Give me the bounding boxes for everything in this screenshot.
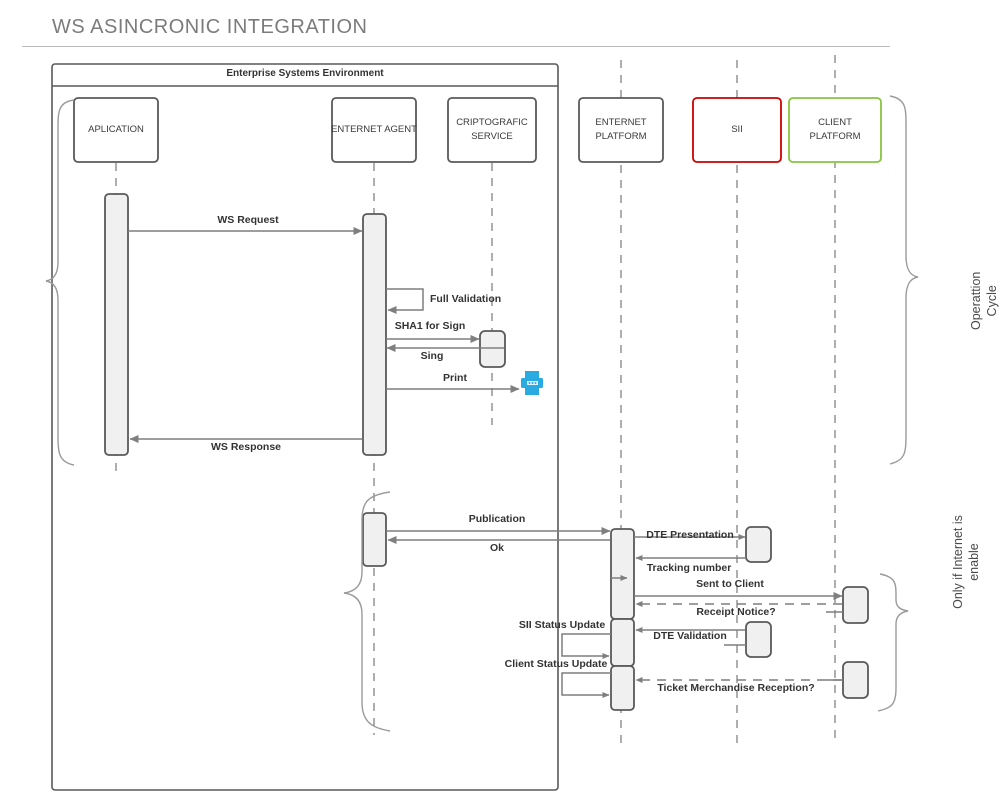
message-label-client-status-update: Client Status Update <box>504 658 608 670</box>
actor-label-aplication: APLICATION <box>88 124 144 135</box>
message-label-dte-presentation: DTE Presentation <box>646 529 734 541</box>
activation-platform-2 <box>610 618 635 667</box>
message-label-ws-request: WS Request <box>217 214 279 226</box>
message-label-ws-response: WS Response <box>210 441 282 453</box>
message-label-sing: Sing <box>420 350 444 362</box>
bracket-operation-cycle <box>889 95 919 465</box>
enterprise-environment-title: Enterprise Systems Environment <box>226 68 384 79</box>
message-label-dte-validation: DTE Validation <box>653 630 727 642</box>
message-label-tracking-number: Tracking number <box>646 562 732 574</box>
message-label-ok: Ok <box>489 542 505 554</box>
message-label-print: Print <box>443 372 467 384</box>
actor-label-cripto: CRIPTOGRAFIC SERVICE <box>456 117 528 142</box>
bracket-label-operation-cycle: Operattion Cycle <box>969 271 999 330</box>
arrow-client-status-update <box>561 672 611 698</box>
bracket-internet <box>877 573 909 712</box>
message-label-sha1-for-sign: SHA1 for Sign <box>394 320 466 332</box>
arrow-sii-status-update <box>561 633 611 659</box>
activation-sii-1 <box>745 526 772 563</box>
brackets <box>45 95 919 732</box>
message-label-publication: Publication <box>468 513 526 525</box>
message-label-receipt-notice: Receipt Notice? <box>696 606 776 618</box>
activation-client-2 <box>842 661 869 699</box>
activation-sii-2 <box>745 621 772 658</box>
message-label-full-validation: Full Validation <box>430 293 502 305</box>
message-label-sii-status-update: SII Status Update <box>518 619 606 631</box>
activation-platform-1 <box>610 528 635 620</box>
arrow-full-validation <box>386 288 424 314</box>
bracket-label-internet-condition: Only if Internet is enable <box>951 515 981 609</box>
message-label-sent-to-client: Sent to Client <box>696 578 764 590</box>
activation-client-1 <box>842 586 869 624</box>
activation-agent-bottom <box>362 512 387 567</box>
message-label-ticket-reception: Ticket Merchandise Reception? <box>657 682 815 694</box>
bracket-left-operation <box>45 99 75 466</box>
actor-label-sii: SII <box>731 124 743 135</box>
activation-aplication <box>104 193 129 456</box>
diagram-canvas: WS ASINCRONIC INTEGRATION Enterprise Sys… <box>0 0 1000 809</box>
actor-label-enternet-agent: ENTERNET AGENT <box>331 124 417 135</box>
activation-agent-top <box>362 213 387 456</box>
actor-label-ent-platform: ENTERNET PLATFORM <box>595 117 647 142</box>
actor-label-client: CLIENT PLATFORM <box>809 117 861 142</box>
activation-cripto <box>479 330 506 368</box>
activation-platform-3 <box>610 665 635 711</box>
printer-icon <box>521 371 543 395</box>
